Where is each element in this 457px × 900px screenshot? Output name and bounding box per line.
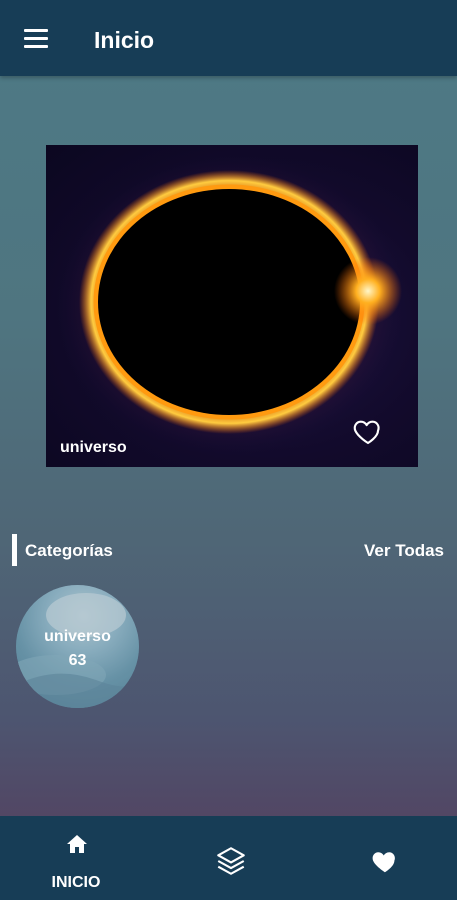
app-bar: Inicio xyxy=(0,0,457,76)
category-item-universo[interactable]: universo 63 xyxy=(16,585,139,708)
page-title: Inicio xyxy=(94,27,155,53)
home-icon xyxy=(67,835,87,853)
categories-heading: Categorías xyxy=(25,541,113,560)
nav-item-categories[interactable] xyxy=(152,816,304,900)
nav-label-inicio: INICIO xyxy=(51,874,101,891)
hamburger-menu-icon[interactable] xyxy=(20,26,52,54)
category-name: universo xyxy=(44,628,111,645)
bottom-navigation: INICIO xyxy=(0,816,457,900)
section-accent-bar xyxy=(12,534,17,566)
see-all-link[interactable]: Ver Todas xyxy=(364,541,444,561)
featured-caption: universo xyxy=(60,439,127,456)
category-count: 63 xyxy=(68,652,87,669)
layers-icon xyxy=(217,847,245,875)
nav-item-favorites[interactable] xyxy=(305,816,457,900)
heart-icon xyxy=(372,852,395,873)
heart-outline-icon[interactable] xyxy=(352,415,384,447)
nav-item-inicio[interactable]: INICIO xyxy=(0,816,152,900)
featured-image-card[interactable]: universo xyxy=(46,145,418,467)
